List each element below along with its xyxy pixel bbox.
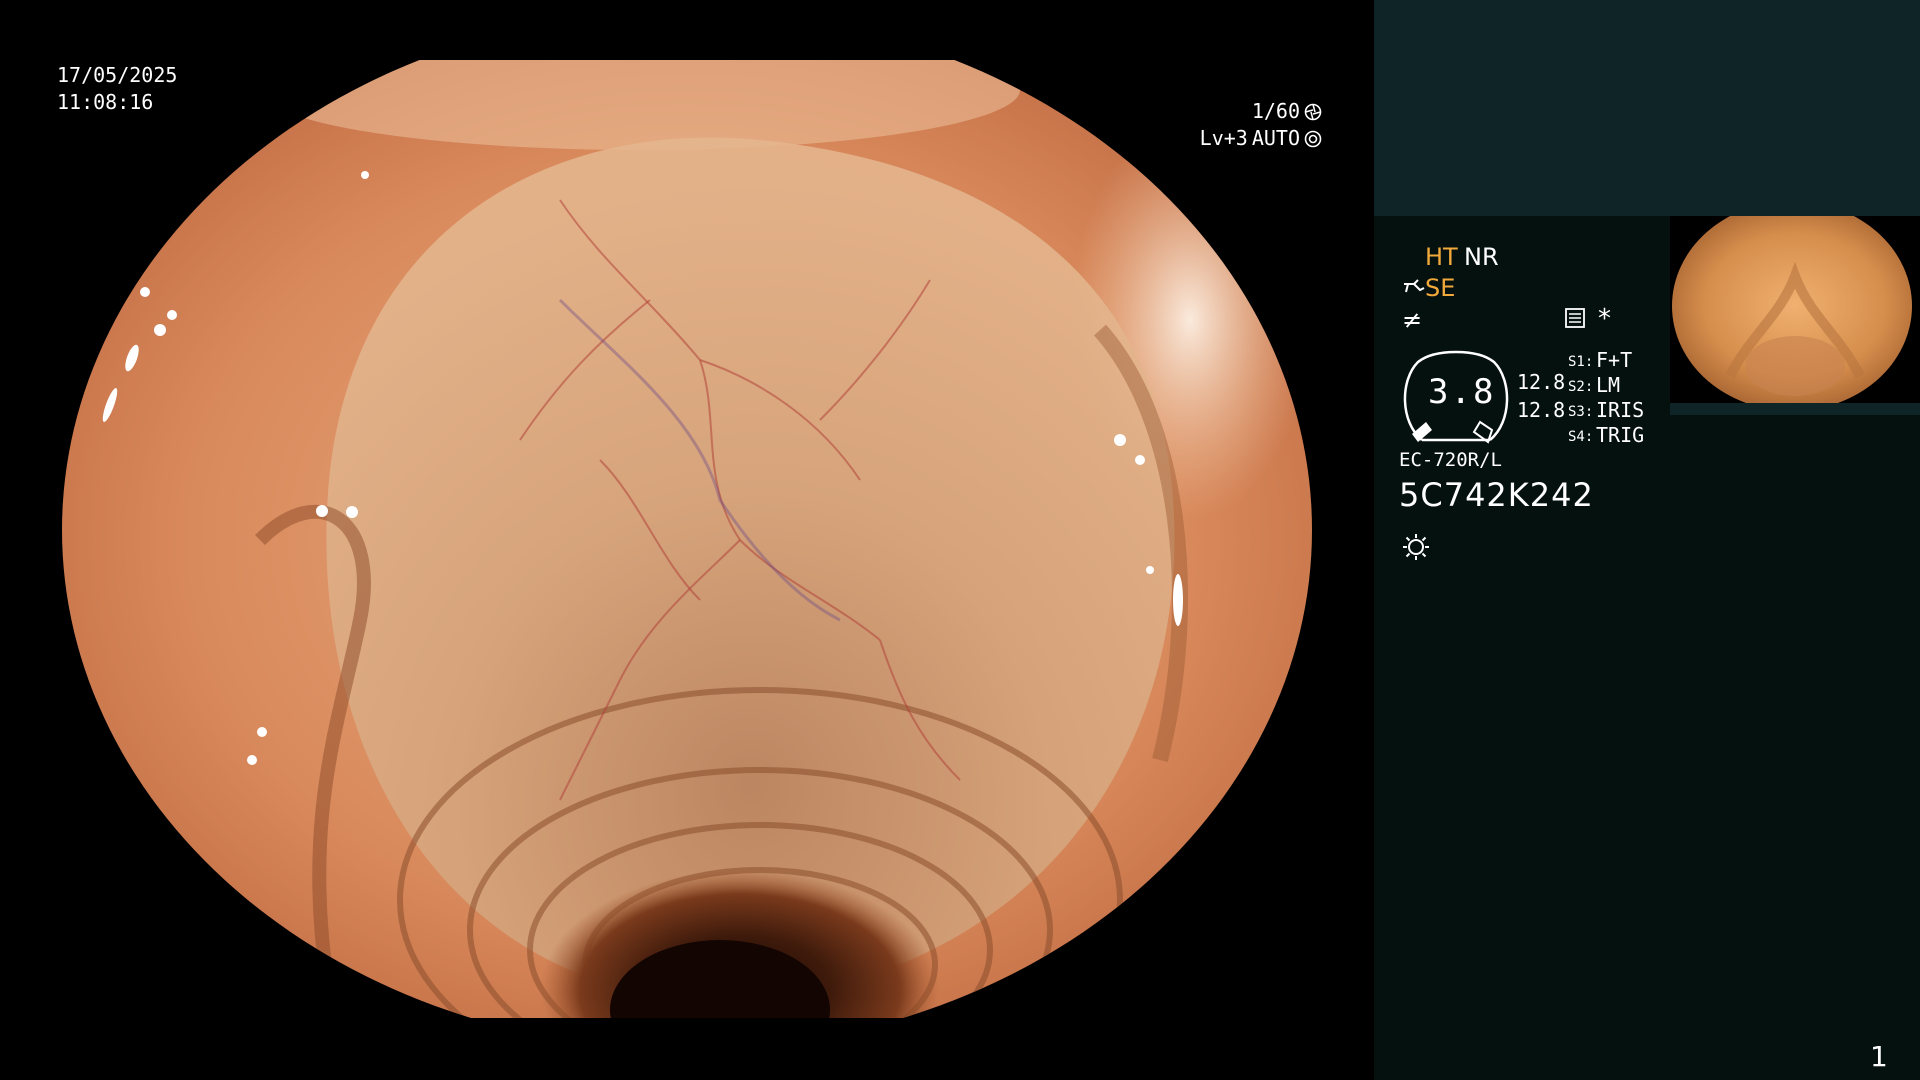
aperture-icon (1304, 103, 1322, 120)
switch-2-key: S2: (1568, 379, 1594, 395)
value-a-text: 12.8 (1517, 370, 1566, 394)
scope-serial-text: 5C742K242 (1399, 476, 1594, 514)
value-b-text: 12.8 (1517, 398, 1566, 422)
shutter-speed-text: 1/60 (1251, 99, 1300, 123)
scope-se-icon (1404, 279, 1425, 293)
level-text: Lv+3 (1199, 126, 1248, 150)
iris-icon (1304, 130, 1322, 147)
endoscope-live-view: 17/05/2025 11:08:16 1/60 Lv+3 AUTO (0, 0, 1374, 1080)
info-panel: HT NR SE ≠ * 3.8 12.8 12.8 S1: F+T S2: L… (1374, 0, 1920, 1080)
se-indicator: SE (1425, 274, 1456, 302)
captured-image-thumbnail[interactable] (1670, 216, 1920, 414)
scope-model-text: EC-720R/L (1399, 449, 1502, 471)
switch-4-key: S4: (1568, 429, 1594, 445)
brightness-level-overlay: Lv+3 AUTO (1200, 125, 1322, 152)
switch-3-key: S3: (1568, 404, 1594, 420)
switch-1-value: F+T (1596, 348, 1633, 372)
gauge-value: 3.8 (1428, 372, 1496, 412)
star-indicator: * (1598, 304, 1611, 334)
switch-4-value: TRIG (1596, 423, 1645, 447)
colon-lumen-image (0, 0, 1374, 1080)
switch-1-key: S1: (1568, 354, 1594, 370)
date-time-overlay: 17/05/2025 11:08:16 (57, 62, 177, 116)
switch-3-value: IRIS (1596, 398, 1645, 422)
ht-indicator: HT (1425, 243, 1458, 271)
time-text: 11:08:16 (57, 90, 154, 114)
page-number: 1 (1870, 1040, 1888, 1073)
date-text: 17/05/2025 (57, 63, 178, 87)
switch-2-value: LM (1596, 373, 1621, 397)
thumbnail-status-bar (1670, 403, 1920, 415)
endoscopy-screen: 17/05/2025 11:08:16 1/60 Lv+3 AUTO HT NR… (0, 0, 1920, 1080)
panel-header-area (1374, 0, 1920, 216)
shutter-speed-overlay: 1/60 (1252, 98, 1322, 125)
thumbnail-image (1670, 216, 1920, 414)
memory-card-icon (1565, 308, 1585, 328)
light-sun-icon (1403, 534, 1429, 560)
nr-indicator: NR (1464, 243, 1499, 271)
iris-mode-text: AUTO (1251, 126, 1300, 150)
f-symbol-indicator: ≠ (1402, 306, 1423, 334)
